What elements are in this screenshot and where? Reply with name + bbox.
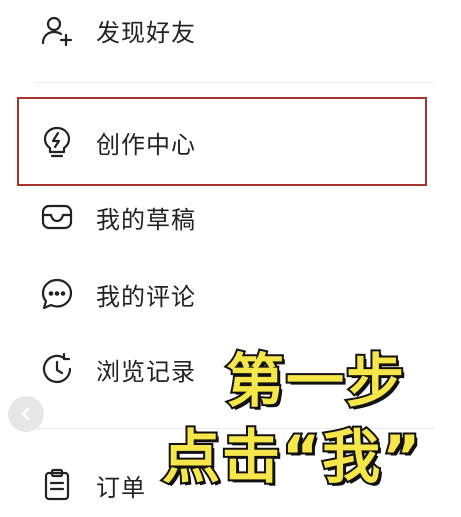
menu-item-my-drafts[interactable]: 我的草稿 (0, 187, 461, 247)
highlight-frame (17, 97, 427, 186)
drafts-icon (40, 200, 74, 234)
add-friend-icon (40, 13, 74, 47)
back-button[interactable] (8, 396, 44, 432)
side-menu-page: 发现好友 创作中心 我的草稿 我的评论 浏览记录 订单 第一步 点击“我” (0, 0, 461, 517)
history-icon (40, 352, 74, 386)
tutorial-step-instruction: 点击“我” (160, 421, 423, 493)
tutorial-step-title: 第一步 (224, 345, 407, 417)
menu-item-label: 我的草稿 (96, 205, 196, 234)
menu-item-label: 我的评论 (96, 282, 196, 311)
menu-item-label: 订单 (96, 473, 146, 502)
menu-item-my-comments[interactable]: 我的评论 (0, 264, 461, 324)
menu-item-find-friends[interactable]: 发现好友 (0, 0, 461, 60)
divider (34, 82, 434, 83)
menu-item-label: 浏览记录 (96, 357, 196, 386)
menu-item-label: 发现好友 (96, 18, 196, 47)
comment-icon (40, 277, 74, 311)
order-icon (40, 468, 74, 502)
chevron-left-icon (21, 407, 30, 421)
